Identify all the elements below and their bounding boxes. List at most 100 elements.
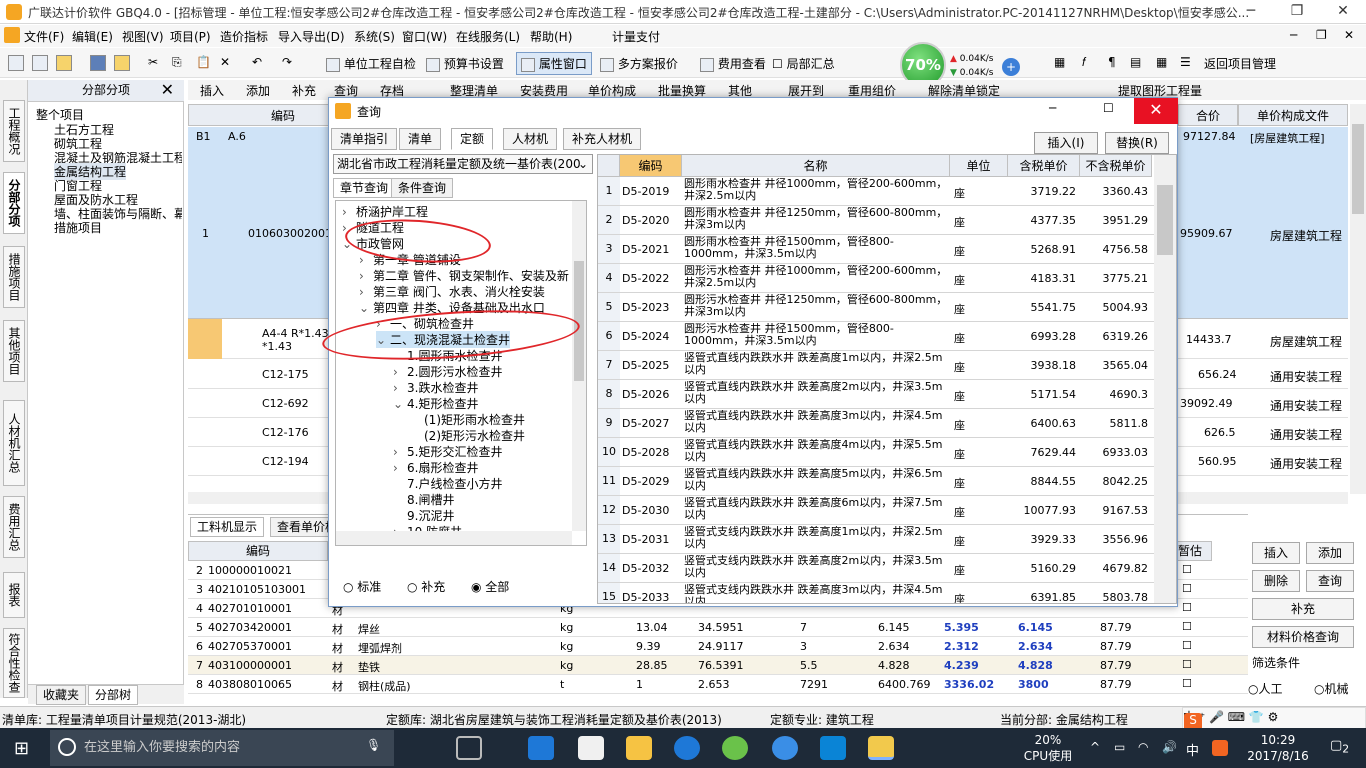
vertical-scrollbar[interactable] xyxy=(1350,104,1366,494)
tab-list[interactable]: 清单 xyxy=(399,128,442,150)
provisional-checkbox[interactable]: ☐ xyxy=(1182,658,1192,671)
table-icon[interactable]: ▤ xyxy=(1130,55,1141,69)
menu-file[interactable]: 文件(F) xyxy=(24,28,64,45)
tab-labor-material-machine[interactable]: 人材机 xyxy=(503,128,558,150)
table-row[interactable]: 8 D5-2026 竖管式直线内跌跌水井 跌差高度2m以内，井深3.5m以内座 517… xyxy=(598,380,1176,409)
replace-button[interactable]: 替换(R) xyxy=(1105,132,1169,154)
explorer-icon[interactable] xyxy=(626,736,652,760)
tree-node[interactable]: › 桥涵护岸工程 xyxy=(342,203,428,220)
radio-all[interactable]: ◉ 全部 xyxy=(471,578,509,595)
glodon-gbq-icon[interactable] xyxy=(772,736,798,760)
chevron-right-icon[interactable]: › xyxy=(393,461,407,475)
tab-favorites[interactable]: 收藏夹 xyxy=(36,685,87,705)
insert-menu[interactable]: 插入 xyxy=(200,82,224,99)
partial-summary-checkbox[interactable]: ☐ 局部汇总 xyxy=(772,55,835,72)
library-select[interactable]: 湖北省市政工程消耗量定额及统一基价表(200 ⌄ xyxy=(333,154,593,174)
chevron-down-icon[interactable]: ⌄ xyxy=(359,301,373,315)
tab-other-items[interactable]: 其他项目 xyxy=(3,320,25,382)
tree-h-scrollbar[interactable] xyxy=(336,531,572,545)
minimize-icon[interactable]: ─ xyxy=(1228,0,1274,24)
tab-supplement-lmm[interactable]: 补充人材机 xyxy=(563,128,642,150)
folder-icon[interactable] xyxy=(56,55,72,71)
fee-view-button[interactable]: 费用查看 xyxy=(700,55,766,72)
query-button[interactable]: 查询 xyxy=(1306,570,1354,592)
tab-chapter-query[interactable]: 章节查询 xyxy=(333,178,396,198)
delete-button[interactable]: 删除 xyxy=(1252,570,1300,592)
supplement-menu[interactable]: 补充 xyxy=(292,82,316,99)
insert-button[interactable]: 插入 xyxy=(1252,542,1300,564)
material-price-query-button[interactable]: 材料价格查询 xyxy=(1252,626,1354,648)
task-view-icon[interactable] xyxy=(456,736,482,760)
tab-labor-material[interactable]: 人材机汇总 xyxy=(3,400,25,486)
tray-up-icon[interactable]: ^ xyxy=(1090,740,1100,754)
mdi-min-icon[interactable]: ─ xyxy=(1290,28,1297,42)
table-row[interactable]: 9 D5-2027 竖管式直线内跌跌水井 跌差高度3m以内，井深4.5m以内座 640… xyxy=(598,409,1176,438)
menu-import-export[interactable]: 导入导出(D) xyxy=(278,28,345,45)
menu-view[interactable]: 视图(V) xyxy=(122,28,164,45)
tree-node[interactable]: › 3.跌水检查井 xyxy=(393,379,478,396)
provisional-checkbox[interactable]: ☐ xyxy=(1182,620,1192,633)
table-row[interactable]: 7 403100000001 材 垫铁 kg 28.85 76.5391 5.5 4.828 4.… xyxy=(188,656,1248,675)
ime-bar[interactable]: S 中 ⁺ 🎤 ⌨ 👕 ⚙ xyxy=(1182,707,1366,731)
formula-icon[interactable]: 𝑓 xyxy=(1082,55,1086,70)
supplement-button[interactable]: 补充 xyxy=(1252,598,1354,620)
tree-node[interactable]: › 2.圆形污水检查井 xyxy=(393,363,502,380)
dialog-minimize-icon[interactable]: ─ xyxy=(1049,101,1056,115)
undo-icon[interactable]: ↶ xyxy=(252,55,262,69)
property-window-button[interactable]: 属性窗口 xyxy=(516,52,592,75)
mdi-restore-icon[interactable]: ❐ xyxy=(1316,28,1327,42)
tree-node[interactable]: (2)矩形污水检查井 xyxy=(410,427,525,444)
tree-node[interactable]: › 6.扇形检查井 xyxy=(393,459,478,476)
tab-division-tree[interactable]: 分部树 xyxy=(88,685,139,705)
table-row[interactable]: 8 403808010065 材 钢柱(成品) t 1 2.653 7291 6400.769 3… xyxy=(188,675,1248,694)
tab-reports[interactable]: 报表 xyxy=(3,572,25,618)
table-row[interactable]: 11 D5-2029 竖管式直线内跌跌水井 跌差高度5m以内，井深6.5m以内座 88… xyxy=(598,467,1176,496)
tree-node[interactable]: › 5.矩形交汇检查井 xyxy=(393,443,502,460)
menu-cost-index[interactable]: 造价指标 xyxy=(220,28,268,45)
store-icon[interactable] xyxy=(578,736,604,760)
tree-scrollbar[interactable] xyxy=(572,201,586,531)
table-row[interactable]: 5 402703420001 材 焊丝 kg 13.04 34.5951 7 6.145 5.39… xyxy=(188,618,1248,637)
list-icon[interactable]: ☰ xyxy=(1180,55,1191,69)
dialog-maximize-icon[interactable]: ☐ xyxy=(1103,101,1114,115)
tree-node[interactable]: 7.户线检查小方井 xyxy=(393,475,502,492)
ime-indicator[interactable]: 中 xyxy=(1186,740,1199,759)
provisional-checkbox[interactable]: ☐ xyxy=(1182,601,1192,614)
paste-icon[interactable]: 📋 xyxy=(196,55,211,69)
menu-edit[interactable]: 编辑(E) xyxy=(72,28,113,45)
sogou-tray-icon[interactable] xyxy=(1212,740,1228,756)
chevron-down-icon[interactable]: ⌄ xyxy=(393,397,407,411)
tree-node[interactable]: 8.闸槽井 xyxy=(393,491,454,508)
radio-supplement[interactable]: ○ 补充 xyxy=(407,578,445,595)
boost-icon[interactable]: + xyxy=(1002,58,1020,76)
tree-node[interactable]: 9.沉泥井 xyxy=(393,507,454,524)
provisional-checkbox[interactable]: ☐ xyxy=(1182,582,1192,595)
table-row[interactable]: 3 D5-2021 圆形雨水检查井 井径1500mm，管径800-1000mm，井深… xyxy=(598,235,1176,264)
glodon-icon[interactable] xyxy=(674,736,700,760)
redo-icon[interactable]: ↷ xyxy=(282,55,292,69)
new-icon[interactable] xyxy=(8,55,24,71)
chevron-right-icon[interactable]: › xyxy=(359,269,373,283)
table-row[interactable]: 12 D5-2030 竖管式直线内跌跌水井 跌差高度6m以内，井深7.5m以内座 10… xyxy=(598,496,1176,525)
volume-icon[interactable]: 🔊 xyxy=(1162,740,1177,754)
menu-project[interactable]: 项目(P) xyxy=(170,28,211,45)
quota-scrollbar[interactable] xyxy=(1154,155,1176,603)
paragraph-icon[interactable]: ¶ xyxy=(1108,55,1116,69)
table-row[interactable]: 1 D5-2019 圆形雨水检查井 井径1000mm，管径200-600mm，井深2… xyxy=(598,177,1176,206)
menu-system[interactable]: 系统(S) xyxy=(354,28,395,45)
add-menu[interactable]: 添加 xyxy=(246,82,270,99)
add-button[interactable]: 添加 xyxy=(1306,542,1354,564)
tree-node[interactable]: › 第三章 阀门、水表、消火栓安装 xyxy=(359,283,545,300)
tab-measures[interactable]: 措施项目 xyxy=(3,246,25,308)
tree-node[interactable]: › 第二章 管件、钢支架制作、安装及新 xyxy=(359,267,569,284)
table-row[interactable]: 4 D5-2022 圆形污水检查井 井径1000mm，管径200-600mm，井深2… xyxy=(598,264,1176,293)
dialog-close-icon[interactable]: ✕ xyxy=(1134,98,1178,124)
copy-icon[interactable]: ⎘ xyxy=(172,55,182,70)
notification-icon[interactable]: ▢2 xyxy=(1330,738,1349,756)
gbq-active-icon[interactable] xyxy=(868,736,894,760)
tab-list-guide[interactable]: 清单指引 xyxy=(331,128,398,150)
menu-online[interactable]: 在线服务(L) xyxy=(456,28,520,45)
filter-machine-radio[interactable]: ○机械 xyxy=(1314,680,1349,697)
table-row[interactable]: 7 D5-2025 竖管式直线内跌跌水井 跌差高度1m以内，井深2.5m以内座 393… xyxy=(598,351,1176,380)
tree-node[interactable]: (1)矩形雨水检查井 xyxy=(410,411,525,428)
